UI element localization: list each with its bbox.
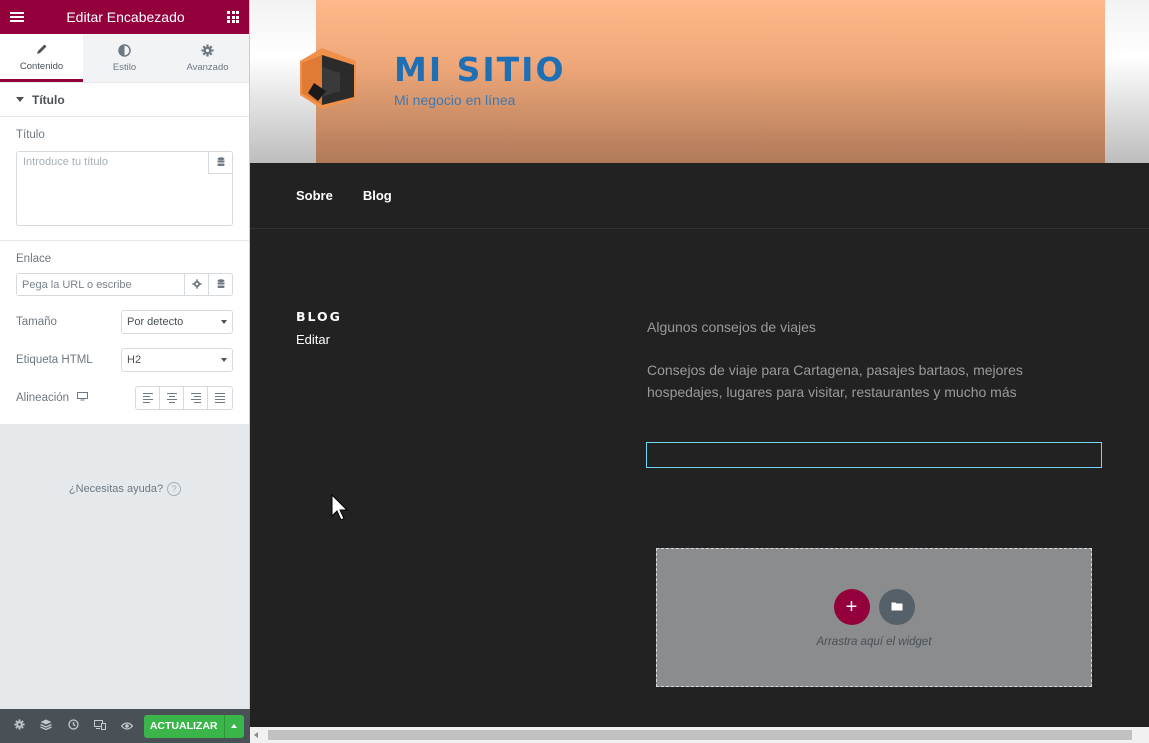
blog-heading: BLOG [296,309,342,324]
title-control: Título [0,117,249,226]
add-template-button[interactable] [878,589,915,625]
html-tag-select[interactable]: H2 [121,348,233,372]
navigator-button[interactable] [33,709,60,743]
menu-icon[interactable] [10,12,24,22]
link-control: Enlace [0,241,249,296]
dynamic-tags-button[interactable] [208,152,232,174]
panel-header: Editar Encabezado [0,0,249,34]
settings-button[interactable] [6,709,33,743]
history-button[interactable] [60,709,87,743]
devices-icon [94,717,107,735]
horizontal-scrollbar[interactable] [250,727,1149,743]
scrollbar-thumb[interactable] [268,730,1132,740]
selected-heading-widget[interactable] [646,442,1102,468]
align-right-button[interactable] [184,387,208,409]
tab-avanzado[interactable]: Avanzado [166,34,249,82]
html-tag-label: Etiqueta HTML [16,354,93,366]
responsive-mode-button[interactable] [87,709,114,743]
align-center-button[interactable] [160,387,184,409]
pencil-icon [35,42,49,56]
alignment-label-wrap: Alineación [16,392,89,404]
post-title[interactable]: Algunos consejos de viajes [647,319,816,335]
history-icon [68,717,79,735]
help-text: ¿Necesitas ayuda? [68,483,164,495]
link-input-row [16,273,233,296]
tab-label: Avanzado [186,62,229,73]
title-textarea[interactable] [17,152,232,225]
gear-icon [14,717,25,735]
panel-content: Título Título Enlace [0,83,249,424]
align-center-icon [166,393,177,403]
editor-panel: Editar Encabezado Contenido Estilo Avanz… [0,0,250,743]
question-icon: ? [167,482,182,496]
alignment-buttons [135,386,233,410]
tab-estilo[interactable]: Estilo [83,34,166,82]
caret-up-icon [231,724,238,728]
folder-icon [891,598,903,616]
update-button[interactable]: ACTUALIZAR [143,714,224,738]
site-logo[interactable] [300,47,356,109]
link-url-input[interactable] [17,274,184,295]
dropzone-text: Arrastra aquí el widget [816,636,932,648]
site-navigation: Sobre Blog [250,163,1149,229]
title-label: Título [16,129,45,141]
align-left-icon [142,393,153,403]
html-tag-control: Etiqueta HTML H2 [0,348,249,372]
nav-link-sobre[interactable]: Sobre [296,188,333,203]
site-title[interactable]: MI SITIO [394,50,566,89]
size-select-value: Por detecto [127,316,184,328]
title-textarea-wrap [16,151,233,226]
plus-icon: + [845,595,858,618]
scroll-left-arrow-icon[interactable] [254,732,258,738]
contrast-icon [118,43,132,57]
update-options-button[interactable] [223,714,245,738]
size-control: Tamaño Por detecto [0,310,249,334]
panel-tabs: Contenido Estilo Avanzado [0,34,249,83]
caret-down-icon [16,97,24,102]
chevron-down-icon [221,358,227,362]
database-icon [217,154,225,172]
link-options-button[interactable] [184,274,208,295]
align-justify-icon [215,393,225,403]
gear-icon [191,276,202,294]
alignment-label: Alineación [16,392,70,404]
widgets-grid-icon[interactable] [227,11,239,23]
add-section-button[interactable]: + [833,589,870,625]
panel-footer: ACTUALIZAR [0,709,250,743]
preview-button[interactable] [114,709,141,743]
alignment-control: Alineación [0,386,249,424]
link-dynamic-tags-button[interactable] [208,274,232,295]
tab-label: Contenido [19,60,64,72]
link-label: Enlace [16,253,52,265]
nav-link-blog[interactable]: Blog [363,188,392,203]
panel-title: Editar Encabezado [66,9,185,25]
size-label: Tamaño [16,316,57,328]
dropzone-buttons: + [833,589,915,625]
database-icon [217,276,225,294]
layers-icon [40,717,53,735]
page-preview: MI SITIO Mi negocio en línea Sobre Blog … [250,0,1149,727]
tab-label: Estilo [112,62,137,73]
align-justify-button[interactable] [208,387,232,409]
html-tag-select-value: H2 [127,354,142,366]
desktop-icon[interactable] [77,392,89,404]
site-description: Mi negocio en línea [394,92,516,108]
widget-dropzone[interactable]: + Arrastra aquí el widget [656,548,1092,687]
section-toggle-titulo[interactable]: Título [0,83,249,117]
post-excerpt: Consejos de viaje para Cartagena, pasaje… [647,362,1023,400]
site-header: MI SITIO Mi negocio en línea [250,0,1149,163]
align-right-icon [190,393,201,403]
gear-icon [201,43,215,57]
align-left-button[interactable] [136,387,160,409]
tab-contenido[interactable]: Contenido [0,34,83,82]
section-title: Título [32,92,65,107]
size-select[interactable]: Por detecto [121,310,233,334]
eye-icon [121,717,134,735]
chevron-down-icon [221,320,227,324]
edit-link[interactable]: Editar [296,332,330,347]
mouse-cursor-icon [331,494,349,521]
help-link[interactable]: ¿Necesitas ayuda? ? [0,482,250,496]
